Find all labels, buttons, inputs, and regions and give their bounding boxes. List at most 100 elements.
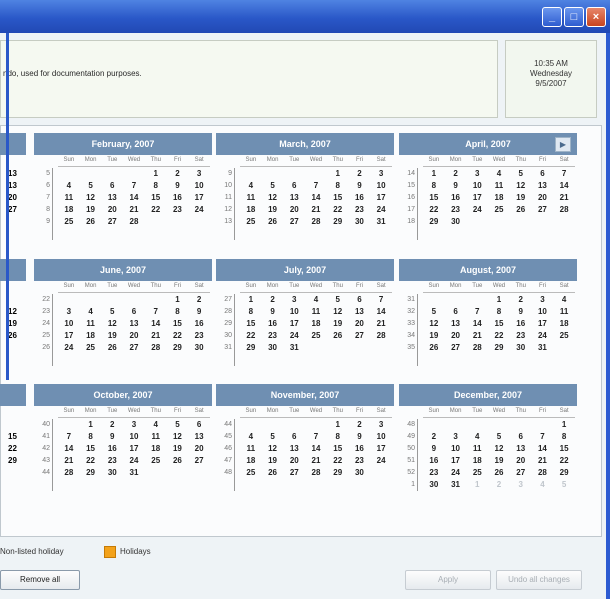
day-cell[interactable]: 1 (423, 168, 445, 180)
day-cell[interactable]: 22 (423, 204, 445, 216)
day-cell[interactable]: 30 (101, 467, 123, 479)
day-cell[interactable] (167, 467, 189, 479)
day-cell[interactable]: 13 (283, 443, 305, 455)
day-cell[interactable]: 16 (510, 318, 532, 330)
day-cell[interactable]: 6 (283, 180, 305, 192)
day-cell[interactable]: 15 (80, 443, 102, 455)
day-cell[interactable]: 30 (510, 342, 532, 354)
day-cell[interactable]: 23 (423, 467, 445, 479)
day-cell[interactable]: 17 (283, 318, 305, 330)
day-cell[interactable]: 4 (145, 419, 167, 431)
day-cell[interactable]: 26 (488, 467, 510, 479)
day-cell[interactable] (510, 216, 532, 228)
day-cell[interactable] (305, 168, 327, 180)
day-cell[interactable]: 21 (123, 204, 145, 216)
day-cell[interactable]: 27 (445, 342, 467, 354)
day-cell[interactable]: 24 (370, 204, 392, 216)
day-cell[interactable]: 21 (305, 455, 327, 467)
day-cell[interactable]: 29 (80, 467, 102, 479)
day-cell[interactable]: 5 (553, 479, 575, 491)
day-cell[interactable] (553, 216, 575, 228)
day-cell[interactable]: 23 (262, 330, 284, 342)
day-cell[interactable]: 2 (445, 168, 467, 180)
day-cell[interactable]: 22 (145, 204, 167, 216)
day-cell[interactable]: 25 (466, 467, 488, 479)
day-cell[interactable] (167, 216, 189, 228)
day-cell[interactable]: 29 (167, 342, 189, 354)
day-cell[interactable]: 21 (370, 318, 392, 330)
day-cell[interactable]: 26 (167, 455, 189, 467)
day-cell[interactable]: 27 (188, 455, 210, 467)
day-cell[interactable] (445, 419, 467, 431)
day-cell[interactable]: 23 (101, 455, 123, 467)
day-cell[interactable]: 25 (553, 330, 575, 342)
day-cell[interactable]: 23 (188, 330, 210, 342)
day-cell[interactable]: 16 (167, 192, 189, 204)
day-cell[interactable]: 9 (188, 306, 210, 318)
day-cell[interactable]: 28 (145, 342, 167, 354)
day-cell[interactable]: 3 (283, 294, 305, 306)
day-cell[interactable]: 5 (262, 431, 284, 443)
day-cell[interactable]: 6 (188, 419, 210, 431)
day-cell[interactable] (283, 168, 305, 180)
day-cell[interactable]: 8 (488, 306, 510, 318)
day-cell[interactable]: 26 (423, 342, 445, 354)
day-cell[interactable]: 22 (488, 330, 510, 342)
day-cell[interactable]: 15 (553, 443, 575, 455)
day-cell[interactable]: 25 (58, 216, 80, 228)
day-cell[interactable] (80, 294, 102, 306)
day-cell[interactable] (370, 467, 392, 479)
day-cell[interactable]: 20 (532, 192, 554, 204)
day-cell[interactable]: 5 (510, 168, 532, 180)
day-cell[interactable]: 8 (80, 431, 102, 443)
minimize-button[interactable]: _ (542, 7, 562, 27)
day-cell[interactable] (58, 419, 80, 431)
day-cell[interactable]: 19 (167, 443, 189, 455)
day-cell[interactable]: 12 (167, 431, 189, 443)
day-cell[interactable]: 22 (167, 330, 189, 342)
day-cell[interactable]: 25 (240, 467, 262, 479)
day-cell[interactable]: 26 (262, 216, 284, 228)
day-cell[interactable]: 15 (327, 443, 349, 455)
day-cell[interactable]: 10 (532, 306, 554, 318)
day-cell[interactable] (488, 216, 510, 228)
day-cell[interactable] (553, 342, 575, 354)
day-cell[interactable] (370, 342, 392, 354)
day-cell[interactable] (262, 419, 284, 431)
day-cell[interactable]: 14 (370, 306, 392, 318)
day-cell[interactable]: 1 (145, 168, 167, 180)
day-cell[interactable] (262, 168, 284, 180)
day-cell[interactable]: 19 (101, 330, 123, 342)
day-cell[interactable]: 11 (58, 192, 80, 204)
day-cell[interactable] (145, 467, 167, 479)
day-cell[interactable]: 12 (80, 192, 102, 204)
day-cell[interactable]: 4 (532, 479, 554, 491)
day-cell[interactable]: 2 (349, 168, 371, 180)
day-cell[interactable]: 16 (101, 443, 123, 455)
day-cell[interactable]: 3 (370, 168, 392, 180)
day-cell[interactable]: 15 (423, 192, 445, 204)
day-cell[interactable] (240, 419, 262, 431)
day-cell[interactable]: 14 (553, 180, 575, 192)
day-cell[interactable]: 28 (532, 467, 554, 479)
day-cell[interactable]: 13 (101, 192, 123, 204)
day-cell[interactable]: 13 (283, 192, 305, 204)
day-cell[interactable]: 29 (327, 216, 349, 228)
day-cell[interactable] (466, 294, 488, 306)
day-cell[interactable]: 3 (445, 431, 467, 443)
day-cell[interactable] (532, 216, 554, 228)
day-cell[interactable]: 9 (445, 180, 467, 192)
day-cell[interactable]: 7 (145, 306, 167, 318)
day-cell[interactable]: 28 (370, 330, 392, 342)
day-cell[interactable]: 11 (240, 192, 262, 204)
day-cell[interactable]: 11 (240, 443, 262, 455)
day-cell[interactable]: 13 (510, 443, 532, 455)
day-cell[interactable]: 9 (349, 180, 371, 192)
day-cell[interactable]: 21 (58, 455, 80, 467)
day-cell[interactable]: 6 (445, 306, 467, 318)
day-cell[interactable]: 16 (423, 455, 445, 467)
day-cell[interactable]: 12 (488, 443, 510, 455)
day-cell[interactable]: 4 (466, 431, 488, 443)
day-cell[interactable] (423, 294, 445, 306)
day-cell[interactable]: 1 (553, 419, 575, 431)
